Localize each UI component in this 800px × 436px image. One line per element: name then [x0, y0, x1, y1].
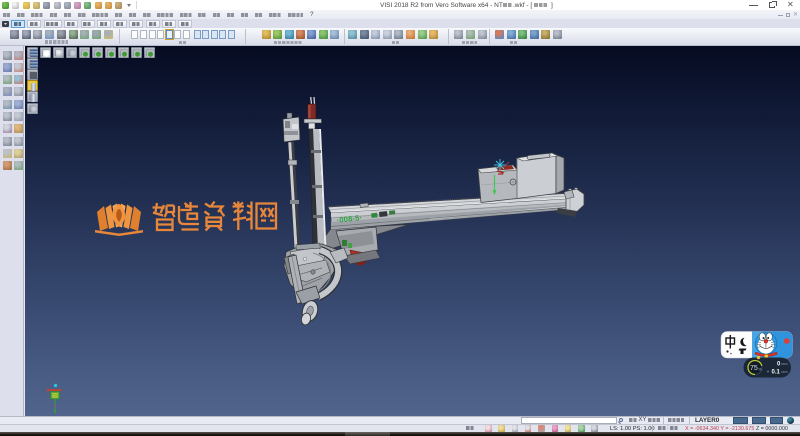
svg-text:0.1: 0.1: [772, 370, 781, 376]
svg-text:%: %: [758, 367, 762, 372]
svg-text:75: 75: [750, 365, 758, 372]
svg-text:KB/S: KB/S: [781, 362, 788, 366]
svg-text:KB/S: KB/S: [781, 370, 788, 374]
